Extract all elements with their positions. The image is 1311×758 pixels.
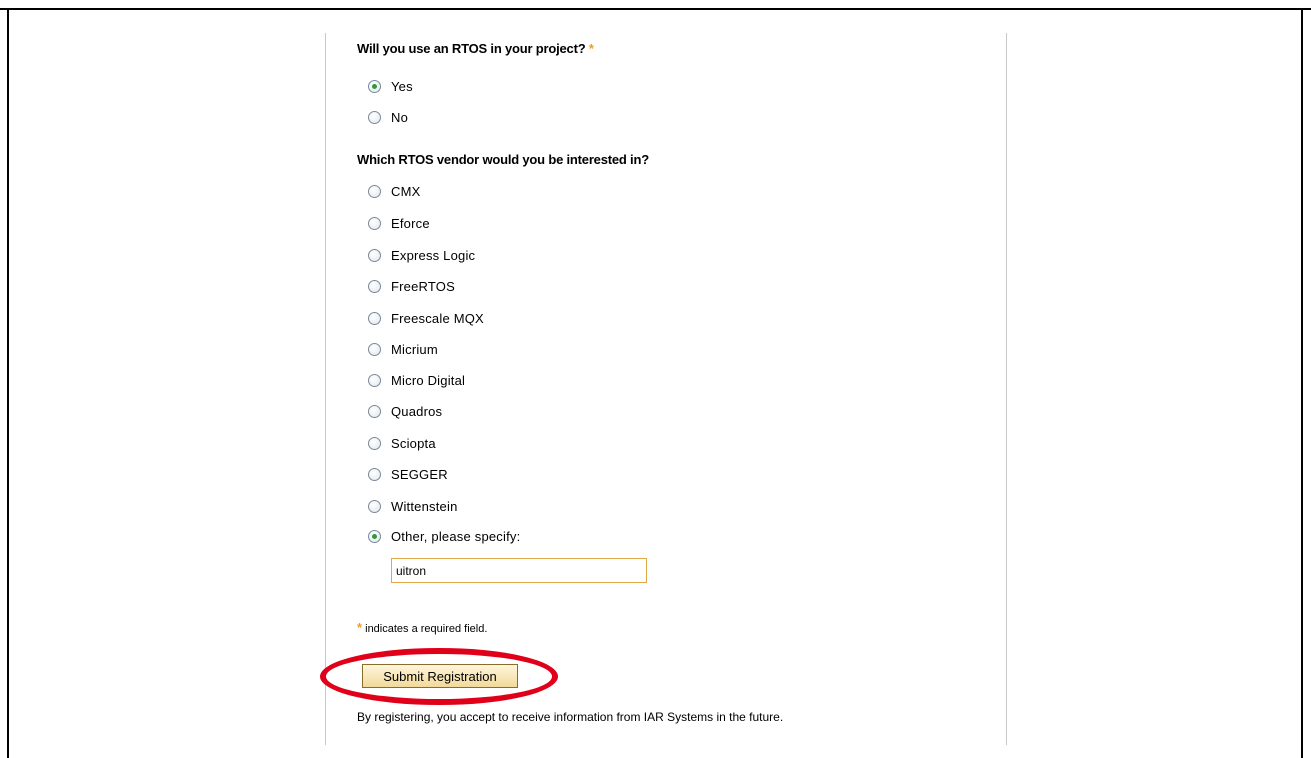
radio-button[interactable]: [368, 342, 381, 356]
vendor-option-freescale-mqx[interactable]: Freescale MQX: [368, 309, 484, 327]
vendor-option-micrium[interactable]: Micrium: [368, 340, 438, 358]
vendor-option-label: Micrium: [391, 341, 438, 357]
vendor-option-quadros[interactable]: Quadros: [368, 402, 442, 420]
vendor-option-label: SEGGER: [391, 466, 448, 482]
vendor-option-label: CMX: [391, 183, 421, 199]
content-column-left-rule: [325, 33, 326, 745]
radio-button-checked[interactable]: [368, 79, 381, 93]
rtos-option-no[interactable]: No: [368, 108, 408, 126]
radio-button[interactable]: [368, 248, 381, 262]
radio-button[interactable]: [368, 311, 381, 325]
rtos-option-yes[interactable]: Yes: [368, 77, 413, 95]
required-star: *: [588, 41, 594, 56]
vendor-option-label: Wittenstein: [391, 498, 458, 514]
vendor-option-label: Other, please specify:: [391, 528, 521, 544]
submit-registration-button[interactable]: Submit Registration: [362, 664, 518, 688]
radio-button[interactable]: [368, 279, 381, 293]
vendor-option-label: Quadros: [391, 403, 443, 419]
radio-button[interactable]: [368, 373, 381, 387]
vendor-option-label: Sciopta: [391, 435, 436, 451]
radio-button[interactable]: [368, 216, 381, 230]
vendor-option-label: Express Logic: [391, 247, 476, 263]
rtos-question-text: Will you use an RTOS in your project?: [357, 41, 586, 56]
rtos-option-label: No: [391, 109, 409, 125]
vendor-option-label: Freescale MQX: [391, 310, 484, 326]
radio-button[interactable]: [368, 436, 381, 450]
vendor-option-cmx[interactable]: CMX: [368, 182, 421, 200]
radio-button-checked[interactable]: [368, 529, 381, 543]
rtos-option-label: Yes: [391, 78, 413, 94]
frame-left-border: [7, 8, 9, 758]
required-star: *: [357, 620, 363, 635]
required-note-text: indicates a required field.: [365, 623, 488, 635]
vendor-option-sciopta[interactable]: Sciopta: [368, 434, 436, 452]
vendor-option-label: Eforce: [391, 215, 430, 231]
vendor-question-label: Which RTOS vendor would you be intereste…: [357, 152, 649, 167]
registration-disclaimer: By registering, you accept to receive in…: [357, 710, 784, 724]
radio-button[interactable]: [368, 499, 381, 513]
radio-button[interactable]: [368, 184, 381, 198]
radio-button[interactable]: [368, 404, 381, 418]
radio-button[interactable]: [368, 467, 381, 481]
radio-button[interactable]: [368, 110, 381, 124]
vendor-question-text: Which RTOS vendor would you be intereste…: [357, 152, 649, 167]
vendor-option-other[interactable]: Other, please specify:: [368, 527, 520, 545]
frame-right-border: [1301, 8, 1303, 758]
frame-top-border: [0, 8, 1311, 10]
vendor-option-wittenstein[interactable]: Wittenstein: [368, 497, 458, 515]
content-column-right-rule: [1006, 33, 1007, 745]
other-vendor-input[interactable]: [391, 558, 647, 583]
required-field-note: * indicates a required field.: [357, 620, 487, 635]
rtos-question-label: Will you use an RTOS in your project? *: [357, 41, 594, 56]
vendor-option-label: Micro Digital: [391, 372, 466, 388]
vendor-option-eforce[interactable]: Eforce: [368, 214, 430, 232]
vendor-option-freertos[interactable]: FreeRTOS: [368, 277, 455, 295]
vendor-option-label: FreeRTOS: [391, 278, 455, 294]
vendor-option-micro-digital[interactable]: Micro Digital: [368, 371, 465, 389]
vendor-option-segger[interactable]: SEGGER: [368, 465, 448, 483]
vendor-option-express-logic[interactable]: Express Logic: [368, 246, 475, 264]
